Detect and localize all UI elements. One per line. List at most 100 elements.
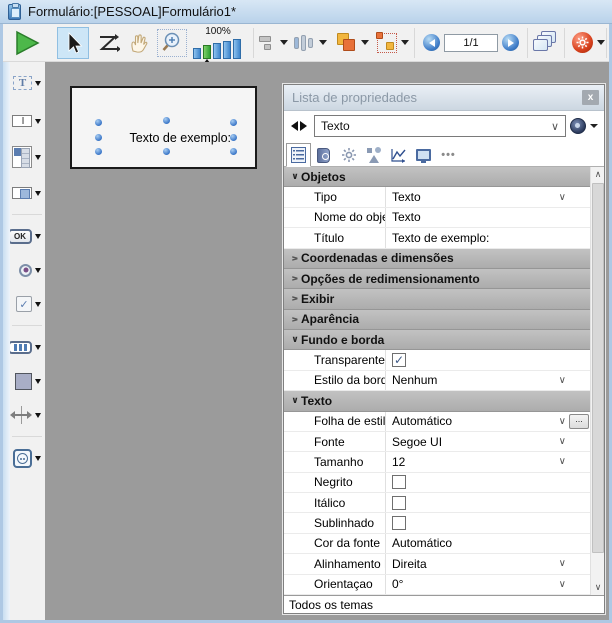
scrollbar-thumb[interactable] xyxy=(592,183,604,553)
section-header[interactable]: ∨Exibir xyxy=(284,289,590,309)
page-indicator-field[interactable]: 1/1 xyxy=(444,34,498,52)
tab-objects[interactable] xyxy=(361,143,386,167)
checkbox[interactable] xyxy=(392,496,406,510)
tab-property-list[interactable] xyxy=(286,143,311,167)
selection-handle[interactable] xyxy=(95,134,102,141)
selection-handle[interactable] xyxy=(230,148,237,155)
distribute-button[interactable] xyxy=(293,27,328,59)
entry-order-tool-button[interactable] xyxy=(93,27,123,59)
properties-tabs: ••• xyxy=(284,141,604,167)
tab-display[interactable] xyxy=(411,143,436,167)
run-form-button[interactable] xyxy=(9,27,45,59)
property-value[interactable] xyxy=(386,513,590,532)
button-tool-button[interactable]: OK xyxy=(11,223,41,249)
scroll-up-icon[interactable]: ∧ xyxy=(591,167,604,182)
zoom-tool-button[interactable] xyxy=(157,29,187,57)
checkbox[interactable] xyxy=(392,516,406,530)
selection-handle[interactable] xyxy=(230,119,237,126)
tool-palette: T I I OK ✓ xyxy=(3,62,45,620)
selection-handle[interactable] xyxy=(163,148,170,155)
property-value[interactable]: Automático xyxy=(386,534,590,553)
button-grid-tool-icon xyxy=(8,341,32,354)
settings-button[interactable] xyxy=(571,27,606,59)
next-object-icon[interactable] xyxy=(300,121,307,131)
chevron-down-icon xyxy=(35,155,41,160)
text-tool-button[interactable]: T xyxy=(11,70,41,96)
align-icon xyxy=(259,35,276,50)
properties-panel-titlebar[interactable]: Lista de propriedades x xyxy=(284,85,604,111)
chevron-down-icon xyxy=(597,40,605,45)
toolbar-separator xyxy=(564,28,565,58)
list-box-tool-button[interactable] xyxy=(11,142,41,172)
section-label: Texto xyxy=(301,394,332,408)
layer-order-button[interactable] xyxy=(334,27,370,59)
button-grid-tool-button[interactable] xyxy=(11,334,41,360)
button-tool-icon: OK xyxy=(8,229,32,244)
chevron-down-icon xyxy=(280,40,288,45)
splitter-tool-icon xyxy=(10,406,32,424)
chevron-down-icon xyxy=(35,413,41,418)
plugin-tool-button[interactable] xyxy=(11,445,41,471)
section-header[interactable]: ∨Aparência xyxy=(284,310,590,330)
property-value[interactable]: Segoe UI∨ xyxy=(386,432,590,451)
property-value[interactable]: Texto de exemplo: xyxy=(386,228,590,247)
property-row: Folha de estiloAutomático∨... xyxy=(284,412,590,432)
object-selector-dropdown[interactable]: Texto ∨ xyxy=(314,115,566,137)
previous-page-button[interactable] xyxy=(423,34,440,51)
chevron-down-icon: ∨ xyxy=(559,558,566,569)
section-header[interactable]: ∨Fundo e borda xyxy=(284,330,590,350)
property-row: TítuloTexto de exemplo: xyxy=(284,228,590,248)
property-value[interactable] xyxy=(386,493,590,512)
zoom-level-control[interactable]: 100% xyxy=(193,27,243,59)
form-area[interactable] xyxy=(70,86,257,169)
scrollbar[interactable]: ∧ ∨ xyxy=(590,167,604,595)
checkbox[interactable]: ✓ xyxy=(392,353,406,367)
rectangle-tool-button[interactable] xyxy=(11,368,41,394)
section-header[interactable]: ∨Opções de redimensionamento xyxy=(284,269,590,289)
pan-tool-button[interactable] xyxy=(123,27,153,59)
page-navigation: 1/1 xyxy=(419,34,523,52)
property-row: Negrito xyxy=(284,473,590,493)
palette-separator xyxy=(12,325,42,326)
splitter-tool-button[interactable] xyxy=(11,402,41,428)
checkbox[interactable] xyxy=(392,475,406,489)
tab-stylesheet[interactable] xyxy=(311,143,336,167)
selection-handle[interactable] xyxy=(230,134,237,141)
select-tool-button[interactable] xyxy=(57,27,89,59)
section-header[interactable]: ∨Objetos xyxy=(284,167,590,187)
previous-object-icon[interactable] xyxy=(291,121,298,131)
theme-filter-bar[interactable]: Todos os temas xyxy=(284,595,604,613)
selected-text-object[interactable]: Texto de exemplo: xyxy=(98,130,231,147)
property-value[interactable]: Texto∨ xyxy=(386,187,590,206)
property-value[interactable]: Direita∨ xyxy=(386,554,590,573)
scroll-down-icon[interactable]: ∨ xyxy=(591,580,604,595)
section-header[interactable]: ∨Texto xyxy=(284,391,590,411)
checkbox-tool-button[interactable]: ✓ xyxy=(11,291,41,317)
form-pages-button[interactable] xyxy=(532,27,560,59)
radio-tool-button[interactable] xyxy=(11,257,41,283)
property-value[interactable]: Texto xyxy=(386,208,590,227)
tab-events[interactable] xyxy=(386,143,411,167)
close-button[interactable]: x xyxy=(582,90,599,105)
input-field-tool-button[interactable]: I xyxy=(11,108,41,134)
property-value[interactable]: Nenhum∨ xyxy=(386,371,590,390)
combo-box-tool-button[interactable]: I xyxy=(11,180,41,206)
tab-more[interactable]: ••• xyxy=(436,143,461,167)
property-value[interactable]: Automático∨... xyxy=(386,412,590,431)
selection-handle[interactable] xyxy=(163,117,170,124)
group-select-button[interactable] xyxy=(376,27,410,59)
chevron-down-icon: ∨ xyxy=(559,579,566,590)
property-value[interactable]: ✓ xyxy=(386,350,590,369)
next-page-button[interactable] xyxy=(502,34,519,51)
property-value[interactable] xyxy=(386,473,590,492)
selection-handle[interactable] xyxy=(95,119,102,126)
selection-handle[interactable] xyxy=(95,148,102,155)
align-button[interactable] xyxy=(258,27,289,59)
property-value[interactable]: 0°∨ xyxy=(386,575,590,594)
zoom-level-label: 100% xyxy=(205,27,231,37)
visibility-button[interactable] xyxy=(570,118,598,134)
section-header[interactable]: ∨Coordenadas e dimensões xyxy=(284,249,590,269)
tab-settings[interactable] xyxy=(336,143,361,167)
property-value[interactable]: 12∨ xyxy=(386,452,590,471)
ellipsis-button[interactable]: ... xyxy=(569,414,589,429)
